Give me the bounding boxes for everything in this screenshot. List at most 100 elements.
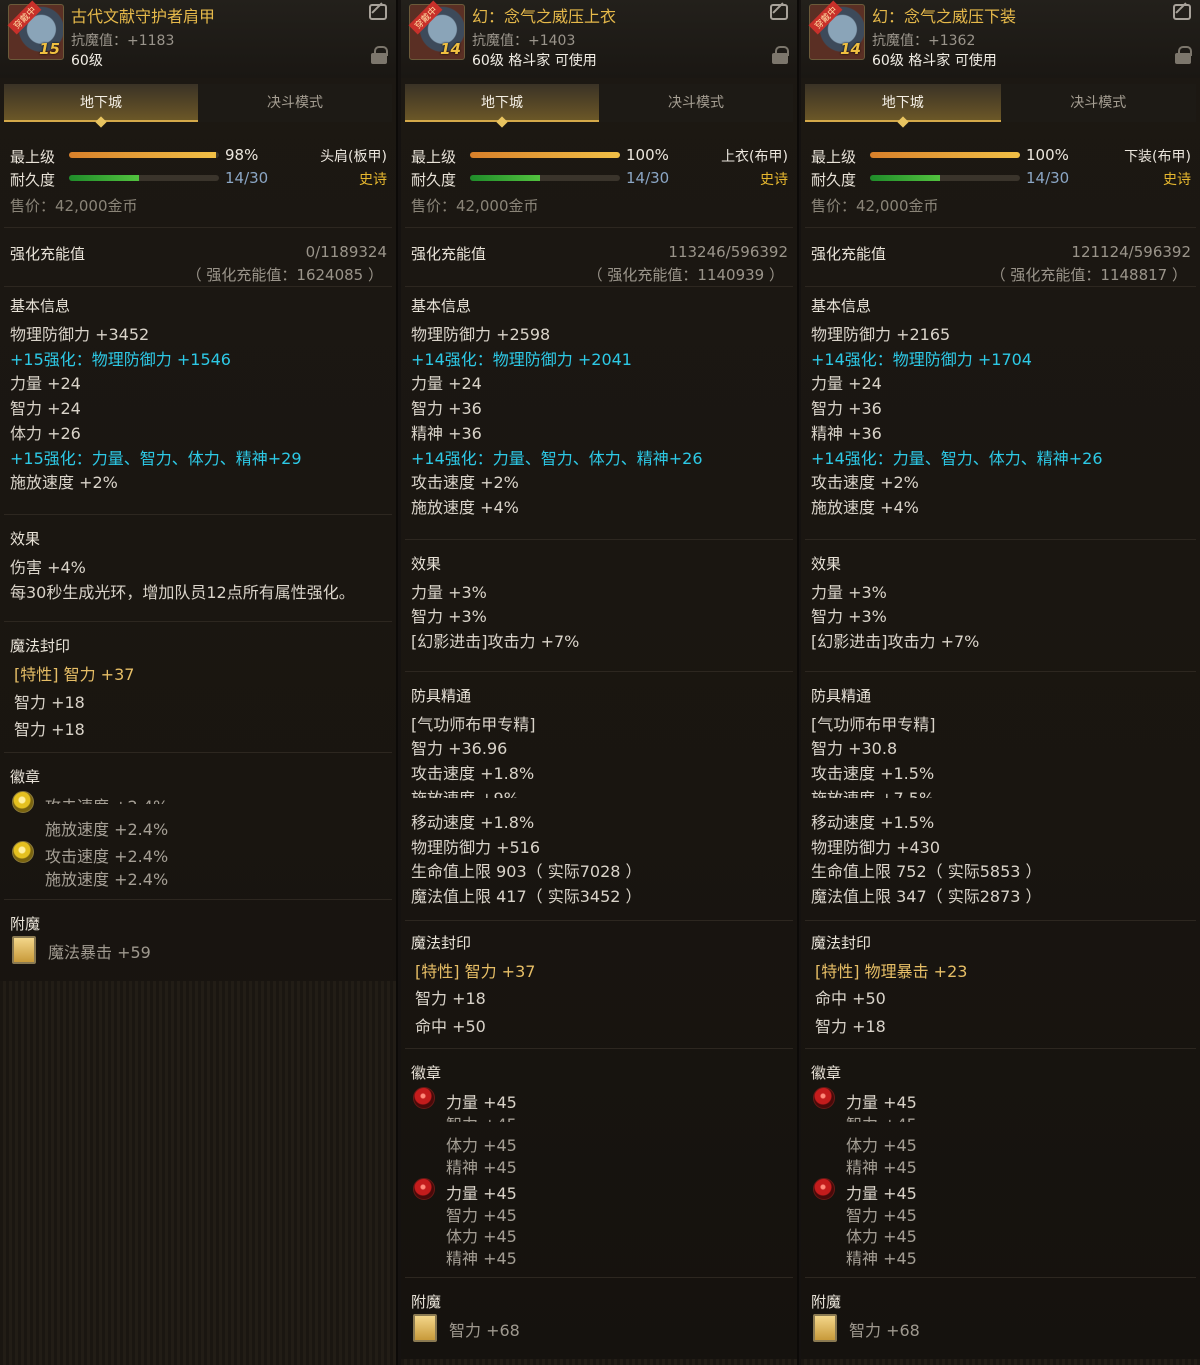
stat-line: +15强化：物理防御力 +1546 <box>10 349 231 369</box>
yellow-emblem-icon[interactable] <box>12 790 34 813</box>
enchant-line: 魔法暴击 +59 <box>48 942 151 962</box>
red-emblem-icon[interactable] <box>413 1177 435 1200</box>
enhance-level-badge: 15 <box>39 40 60 58</box>
quality-percent: 100% <box>626 146 669 164</box>
enhance-charge-title: 强化充能值 <box>411 245 487 263</box>
emblem-stat-line: 力量 +45 <box>846 1093 917 1112</box>
tab-dungeon[interactable]: 地下城 <box>4 84 198 122</box>
seal-line: 命中 +50 <box>815 989 886 1008</box>
divider <box>4 898 392 900</box>
divider <box>4 227 392 228</box>
enchant-title: 附魔 <box>411 1292 442 1311</box>
durability-bar <box>470 175 620 181</box>
enhance-charge-value: 113246/596392 <box>668 243 788 261</box>
equipment-slot: 下装(布甲) <box>1124 149 1191 165</box>
stat-line: 施放速度 +2% <box>10 473 118 493</box>
stat-line: 精神 +36 <box>411 423 482 443</box>
resist-value: 抗魔值：+1183 <box>71 33 175 49</box>
sell-price: 售价：42,000金币 <box>811 197 939 215</box>
item-icon[interactable]: 穿戴中 14 <box>808 0 865 60</box>
lock-icon[interactable] <box>1175 46 1192 64</box>
stat-line: 施放速度 +4% <box>411 497 519 517</box>
durability-bar-fill <box>870 175 940 181</box>
stat-line: 精神 +36 <box>811 423 882 443</box>
armor-mastery-title: 防具精通 <box>811 686 872 705</box>
equipment-slot: 头肩(板甲) <box>320 149 387 165</box>
lock-icon[interactable] <box>371 46 388 64</box>
sell-price: 售价：42,000金币 <box>411 197 539 215</box>
background-texture <box>401 1358 797 1365</box>
durability-bar <box>870 175 1020 181</box>
quality-label: 最上级 <box>10 148 56 166</box>
tooltip-header: 穿戴中 14 幻：念气之威压上衣 抗魔值：+1403 60级 格斗家 可使用 <box>401 0 797 78</box>
red-emblem-icon[interactable] <box>813 1087 835 1109</box>
item-name: 幻：念气之威压下装 <box>872 7 1017 26</box>
item-name: 幻：念气之威压上衣 <box>472 7 617 26</box>
tab-dungeon[interactable]: 地下城 <box>405 84 599 122</box>
enhance-charge-title: 强化充能值 <box>811 245 887 263</box>
red-emblem-icon[interactable] <box>413 1087 435 1109</box>
mode-tabs: 地下城 决斗模式 <box>405 84 793 124</box>
mastery-line: 攻击速度 +1.5% <box>811 763 935 783</box>
resist-value: 抗魔值：+1362 <box>872 33 976 49</box>
durability-row: 耐久度 14/30 史诗 <box>411 169 788 189</box>
tooltip-header: 穿戴中 15 古代文献守护者肩甲 抗魔值：+1183 60级 <box>0 0 396 78</box>
durability-bar-fill <box>470 175 540 181</box>
durability-value: 14/30 <box>225 169 269 187</box>
item-icon[interactable]: 穿戴中 15 <box>7 0 64 60</box>
emblem-stat-line: 力量 +45 <box>846 1183 917 1203</box>
quality-bar-fill <box>870 152 1020 158</box>
share-icon[interactable] <box>1173 4 1191 20</box>
tab-duel[interactable]: 决斗模式 <box>599 84 793 122</box>
share-icon[interactable] <box>770 4 788 20</box>
level-requirement: 60级 格斗家 可使用 <box>472 53 597 69</box>
seal-line: 智力 +18 <box>14 692 85 712</box>
emblem-stat-line: 施放速度 +2.4% <box>45 819 169 839</box>
seal-line: 命中 +50 <box>415 1016 486 1036</box>
mastery-line: 生命值上限 903（ 实际7028 ） <box>411 862 642 882</box>
divider <box>805 538 1196 540</box>
seal-line: [特性] 智力 +37 <box>14 665 135 685</box>
stat-line: +14强化：物理防御力 +2041 <box>411 349 632 369</box>
quality-percent: 100% <box>1026 146 1069 164</box>
effect-line: [幻影进击]攻击力 +7% <box>811 632 980 651</box>
yellow-emblem-icon[interactable] <box>12 840 34 863</box>
stat-line: 力量 +24 <box>411 374 482 394</box>
stat-line: 攻击速度 +2% <box>811 473 919 493</box>
emblem-stat-line: 精神 +45 <box>446 1158 517 1178</box>
item-icon[interactable]: 穿戴中 14 <box>408 0 465 60</box>
stat-line: +14强化：力量、智力、体力、精神+26 <box>811 448 1103 468</box>
lock-icon[interactable] <box>772 46 789 64</box>
divider <box>405 670 793 672</box>
stat-line: 施放速度 +4% <box>811 497 919 517</box>
emblem-stat-line: 智力 +45 <box>846 1205 917 1225</box>
enchant-card-icon[interactable] <box>413 1313 437 1342</box>
divider <box>805 227 1196 228</box>
mode-tabs: 地下城 决斗模式 <box>4 84 392 124</box>
stat-line: +15强化：力量、智力、体力、精神+29 <box>10 448 302 468</box>
tab-dungeon[interactable]: 地下城 <box>805 84 1001 122</box>
effect-line: 每30秒生成光环，增加队员12点所有属性强化。 <box>10 582 355 602</box>
equipped-tag: 穿戴中 <box>408 0 443 35</box>
effect-line: 力量 +3% <box>811 582 887 602</box>
enchant-card-icon[interactable] <box>813 1313 837 1342</box>
red-emblem-icon[interactable] <box>813 1177 835 1200</box>
rarity-label: 史诗 <box>760 172 788 188</box>
basic-info-title: 基本信息 <box>10 297 71 315</box>
enchant-card-icon[interactable] <box>12 935 36 964</box>
quality-label: 最上级 <box>811 148 857 166</box>
tab-duel[interactable]: 决斗模式 <box>1000 84 1196 122</box>
rarity-label: 史诗 <box>1163 172 1191 188</box>
item-tooltip-panel: 穿戴中 14 幻：念气之威压下装 抗魔值：+1362 60级 格斗家 可使用 地下城 决斗模… <box>801 0 1200 1365</box>
divider <box>4 286 392 287</box>
background-texture <box>0 980 396 1365</box>
enchant-title: 附魔 <box>10 914 41 933</box>
mastery-line: 智力 +36.96 <box>411 739 508 759</box>
enhance-charge-total: （ 强化充能值：1148817 ） <box>990 266 1187 284</box>
tab-duel[interactable]: 决斗模式 <box>198 84 392 122</box>
enhance-charge-total: （ 强化充能值：1624085 ） <box>186 266 383 284</box>
quality-label: 最上级 <box>411 148 457 166</box>
emblem-stat-line: 力量 +45 <box>446 1093 517 1112</box>
share-icon[interactable] <box>369 4 387 20</box>
effect-title: 效果 <box>811 554 842 573</box>
